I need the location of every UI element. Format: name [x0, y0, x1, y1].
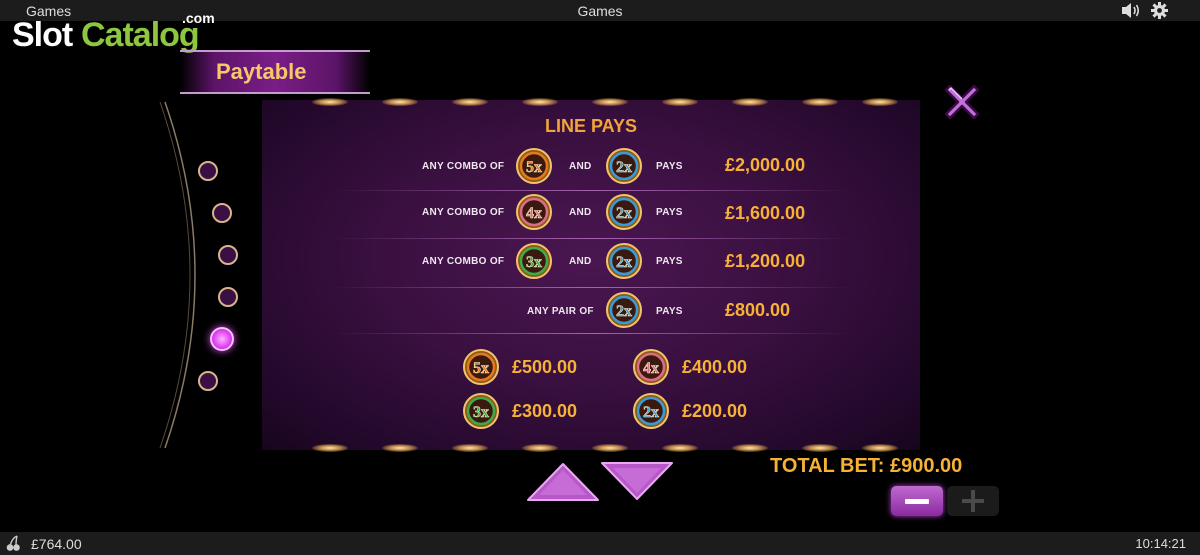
row-prefix: ANY COMBO OF: [422, 207, 505, 218]
symbol-4x-icon: 4x: [632, 348, 670, 386]
page-dot-6[interactable]: [198, 371, 218, 391]
symbol-2x-icon: 2x: [605, 193, 643, 231]
page-indicator: [150, 100, 238, 450]
symbol-5x-icon: 5x: [515, 147, 553, 185]
row-pays: PAYS: [656, 256, 683, 267]
row-and: AND: [569, 207, 592, 218]
total-bet-label: TOTAL BET: £900.00: [770, 455, 963, 477]
symbol-2x-icon: 2x: [605, 291, 643, 329]
symbol-3x-icon: 3x: [515, 242, 553, 280]
row-prefix: ANY PAIR OF: [527, 306, 594, 317]
single-prize: £200.00: [682, 401, 748, 421]
svg-text:5x: 5x: [526, 159, 542, 176]
balance-value: £764.00: [31, 536, 82, 552]
svg-text:5x: 5x: [473, 360, 489, 377]
row-pays: PAYS: [656, 306, 683, 317]
page-dot-2[interactable]: [212, 203, 232, 223]
row-divider: [332, 238, 852, 239]
svg-text:4x: 4x: [526, 205, 542, 222]
svg-text:2x: 2x: [616, 205, 632, 222]
svg-text:3x: 3x: [473, 404, 489, 421]
row-divider: [332, 333, 852, 334]
row-pays: PAYS: [656, 161, 683, 172]
close-icon[interactable]: [940, 80, 984, 124]
marquee-lights-top: [262, 98, 920, 106]
row-prefix: ANY COMBO OF: [422, 256, 505, 267]
paytable-banner: Paytable: [180, 50, 370, 94]
page-dot-4[interactable]: [218, 287, 238, 307]
row-prize: £1,200.00: [725, 251, 806, 271]
logo-dotcom-text: .com: [182, 10, 215, 26]
paytable-panel: LINE PAYS ANY COMBO OF 5x AND 2x PAYS £2…: [262, 98, 920, 452]
decrease-bet-button[interactable]: [891, 486, 943, 516]
row-prefix: ANY COMBO OF: [422, 161, 505, 172]
svg-text:2x: 2x: [616, 159, 632, 176]
symbol-2x-icon: 2x: [605, 242, 643, 280]
svg-text:2x: 2x: [616, 303, 632, 320]
row-and: AND: [569, 161, 592, 172]
row-pays: PAYS: [656, 207, 683, 218]
cherry-icon: [6, 535, 20, 551]
page-dot-5-active[interactable]: [210, 327, 234, 351]
row-divider: [332, 287, 852, 288]
symbol-2x-icon: 2x: [632, 392, 670, 430]
row-prize: £2,000.00: [725, 155, 806, 175]
page-dot-1[interactable]: [198, 161, 218, 181]
svg-text:2x: 2x: [616, 254, 632, 271]
symbol-3x-icon: 3x: [462, 392, 500, 430]
page-up-button[interactable]: [525, 461, 601, 503]
clock-time: 10:14:21: [1135, 536, 1186, 551]
row-and: AND: [569, 256, 592, 267]
page-down-button[interactable]: [599, 460, 675, 502]
increase-bet-button[interactable]: [947, 486, 999, 516]
svg-text:2x: 2x: [643, 404, 659, 421]
symbol-5x-icon: 5x: [462, 348, 500, 386]
marquee-lights-bottom: [262, 444, 920, 452]
gear-icon[interactable]: [1151, 2, 1168, 19]
bottom-bar: £764.00 10:14:21: [0, 532, 1200, 555]
paytable-title: Paytable: [216, 59, 307, 84]
minus-icon: [905, 499, 929, 504]
rail-curve: [159, 101, 196, 449]
single-prize: £500.00: [512, 357, 578, 377]
page-dot-3[interactable]: [218, 245, 238, 265]
logo-slot-text: Slot: [12, 16, 73, 54]
row-prize: £1,600.00: [725, 203, 806, 223]
svg-text:4x: 4x: [643, 360, 659, 377]
line-pays-title: LINE PAYS: [544, 116, 638, 136]
row-prize: £800.00: [725, 300, 791, 320]
single-prize: £300.00: [512, 401, 578, 421]
svg-text:3x: 3x: [526, 254, 542, 271]
symbol-2x-icon: 2x: [605, 147, 643, 185]
row-divider: [332, 190, 852, 191]
single-prize: £400.00: [682, 357, 748, 377]
speaker-icon[interactable]: [1121, 2, 1141, 19]
symbol-4x-icon: 4x: [515, 193, 553, 231]
